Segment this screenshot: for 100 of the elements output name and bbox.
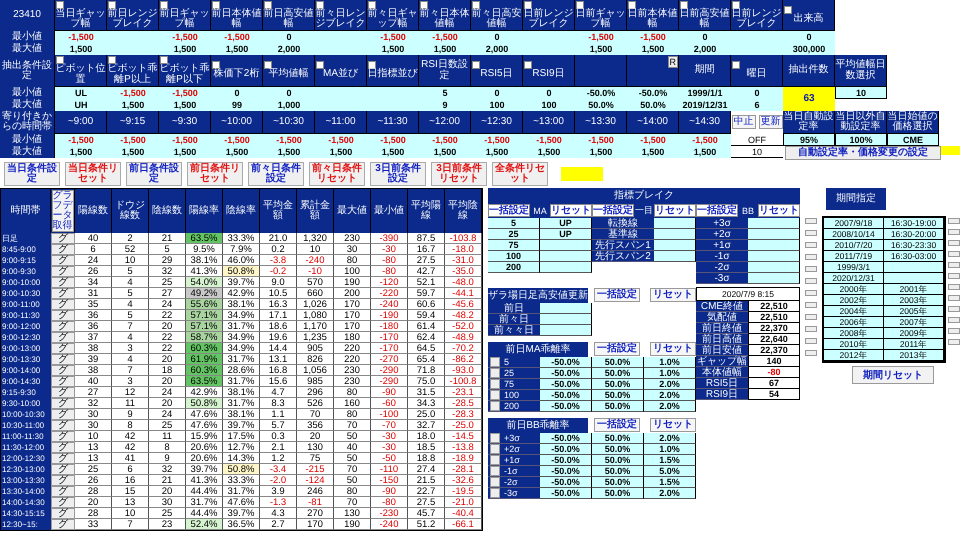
checkbox[interactable] — [490, 488, 500, 498]
checkbox[interactable] — [784, 6, 792, 14]
graph-button[interactable]: グ — [51, 277, 75, 288]
graph-button[interactable]: グ — [51, 266, 75, 278]
r-button[interactable]: R — [668, 56, 678, 68]
checkbox[interactable] — [56, 1, 64, 9]
graph-button[interactable]: グ — [51, 508, 75, 520]
checkbox[interactable] — [108, 56, 116, 64]
checkbox[interactable] — [420, 1, 428, 9]
checkbox[interactable] — [576, 1, 584, 9]
graph-button[interactable]: グ — [51, 299, 75, 310]
small-button[interactable] — [948, 262, 960, 268]
graph-button[interactable]: グ — [51, 519, 75, 530]
graph-button[interactable]: グ — [51, 464, 75, 476]
small-button[interactable] — [948, 317, 960, 324]
checkbox[interactable] — [368, 1, 376, 9]
small-button[interactable] — [805, 350, 817, 356]
graph-button[interactable]: グ — [51, 288, 75, 300]
checkbox[interactable] — [368, 61, 376, 70]
small-button[interactable] — [805, 266, 817, 272]
graph-button[interactable]: グ — [51, 409, 75, 420]
small-button[interactable] — [948, 328, 960, 334]
bulk-set-button[interactable]: 一括設定 — [592, 204, 634, 218]
bulk-set-button[interactable]: 一括設定 — [594, 288, 640, 302]
small-button[interactable] — [805, 338, 817, 344]
graph-button[interactable]: グ — [51, 486, 75, 498]
checkbox[interactable] — [212, 61, 220, 70]
checkbox[interactable] — [316, 61, 324, 70]
checkbox[interactable] — [490, 357, 500, 368]
checkbox[interactable] — [490, 401, 500, 412]
checkbox[interactable] — [732, 1, 740, 9]
graph-button[interactable]: グ — [51, 475, 75, 486]
checkbox[interactable] — [490, 390, 500, 400]
small-button[interactable] — [948, 295, 960, 302]
small-button[interactable] — [805, 290, 817, 296]
reset-button[interactable]: リセット — [550, 204, 592, 218]
checkbox[interactable] — [680, 1, 688, 9]
small-button[interactable] — [805, 242, 817, 248]
checkbox[interactable] — [490, 455, 500, 466]
period-reset-button[interactable]: 期間リセット — [852, 366, 934, 384]
bulk-set-button[interactable]: 一括設定 — [594, 342, 640, 356]
stop-button[interactable]: 中止 — [732, 115, 756, 130]
small-button[interactable] — [805, 326, 817, 332]
checkbox[interactable] — [472, 61, 480, 70]
small-button[interactable] — [948, 284, 960, 290]
graph-data-button[interactable]: グラフデータ取得 — [52, 190, 74, 232]
checkbox[interactable] — [472, 1, 480, 9]
bulk-set-button[interactable]: 一括設定 — [488, 204, 530, 218]
small-button[interactable] — [805, 254, 817, 260]
graph-button[interactable]: グ — [51, 321, 75, 332]
graph-button[interactable]: グ — [51, 497, 75, 508]
reset-button[interactable]: リセット — [650, 342, 696, 356]
condition-button[interactable]: 前日条件設定 — [126, 162, 182, 186]
checkbox[interactable] — [524, 1, 532, 9]
graph-button[interactable]: グ — [51, 398, 75, 410]
graph-button[interactable]: グ — [51, 233, 75, 244]
small-button[interactable] — [805, 302, 817, 308]
small-button[interactable] — [948, 306, 960, 312]
bulk-set-button[interactable]: 一括設定 — [696, 204, 738, 218]
graph-button[interactable]: グ — [51, 376, 75, 388]
graph-button[interactable]: グ — [51, 343, 75, 354]
checkbox[interactable] — [160, 56, 168, 64]
checkbox[interactable] — [264, 1, 272, 9]
checkbox[interactable] — [490, 433, 500, 444]
graph-button[interactable]: グ — [51, 354, 75, 366]
graph-button[interactable]: グ — [51, 244, 75, 256]
condition-button[interactable]: 3日前条件リセット — [431, 162, 487, 186]
graph-button[interactable]: グ — [51, 420, 75, 432]
small-button[interactable] — [948, 273, 960, 280]
small-button[interactable] — [948, 339, 960, 346]
condition-button[interactable]: 前々日条件設定 — [248, 162, 304, 186]
checkbox[interactable] — [316, 1, 324, 9]
condition-button[interactable]: 全条件リセット — [492, 162, 548, 186]
small-button[interactable] — [805, 314, 817, 320]
small-button[interactable] — [948, 218, 960, 224]
checkbox[interactable] — [490, 466, 500, 476]
small-button[interactable] — [805, 230, 817, 236]
graph-button[interactable]: グ — [51, 387, 75, 398]
settings-button[interactable]: 自動設定率・価格変更の設定 — [785, 146, 941, 160]
small-button[interactable] — [805, 218, 817, 224]
small-button[interactable] — [805, 278, 817, 284]
graph-button[interactable]: グ — [51, 431, 75, 442]
small-button[interactable] — [948, 229, 960, 236]
reset-button[interactable]: リセット — [758, 204, 800, 218]
small-button[interactable] — [948, 240, 960, 246]
graph-button[interactable]: グ — [51, 453, 75, 464]
graph-button[interactable]: グ — [51, 310, 75, 322]
checkbox[interactable] — [108, 1, 116, 9]
checkbox[interactable] — [490, 477, 500, 488]
condition-button[interactable]: 前日条件リセット — [187, 162, 243, 186]
graph-button[interactable]: グ — [51, 365, 75, 376]
graph-button[interactable]: グ — [51, 255, 75, 266]
checkbox[interactable] — [264, 61, 272, 70]
graph-button[interactable]: グ — [51, 332, 75, 344]
condition-button[interactable]: 当日条件設定 — [4, 162, 60, 186]
checkbox[interactable] — [490, 444, 500, 454]
condition-button[interactable]: 当日条件リセット — [65, 162, 121, 186]
checkbox[interactable] — [212, 1, 220, 9]
small-button[interactable] — [948, 251, 960, 258]
reset-button[interactable]: リセット — [654, 204, 696, 218]
